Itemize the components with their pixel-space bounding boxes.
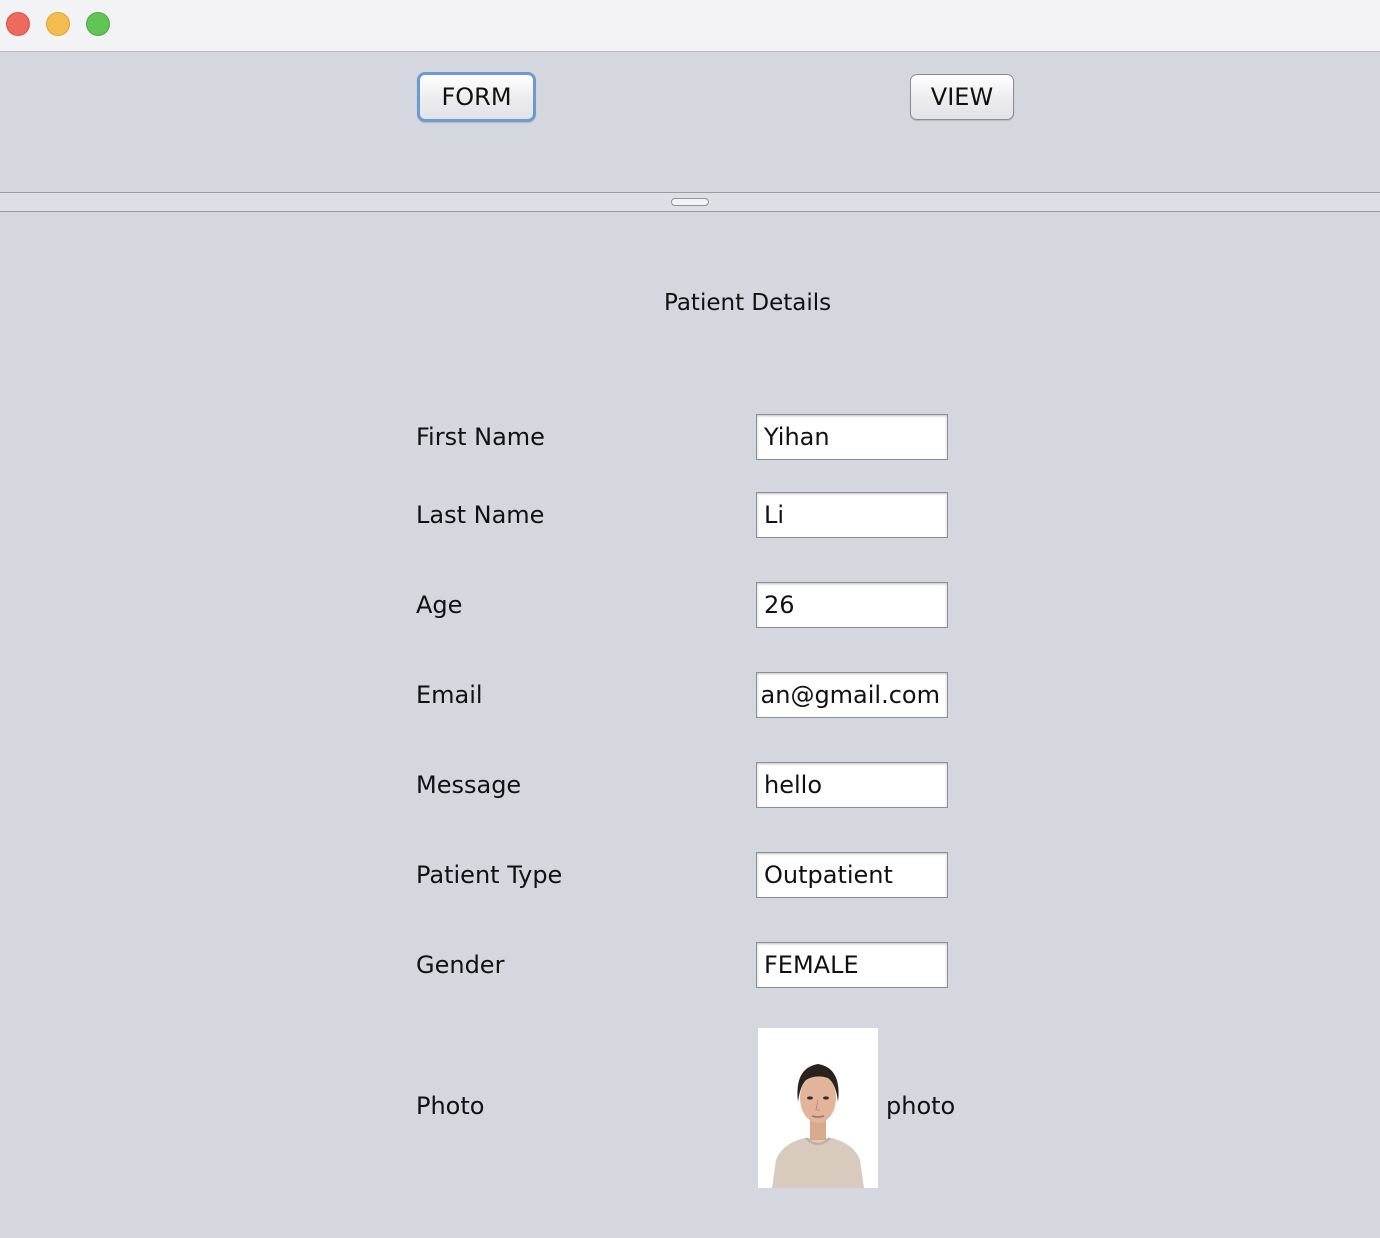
patient-type-row: Patient Type [0,852,1380,898]
email-label: Email [416,681,483,709]
email-field[interactable] [756,672,948,718]
patient-type-field[interactable] [756,852,948,898]
patient-photo [758,1028,878,1188]
age-field[interactable] [756,582,948,628]
gender-field[interactable] [756,942,948,988]
form-button[interactable]: FORM [417,72,536,122]
patient-type-label: Patient Type [416,861,563,889]
divider-grip-handle[interactable] [671,198,709,206]
split-pane-divider[interactable] [0,192,1380,212]
last-name-row: Last Name [0,492,1380,538]
email-row: Email [0,672,1380,718]
age-row: Age [0,582,1380,628]
patient-photo-image [758,1028,878,1188]
window-minimize-button[interactable] [46,12,70,36]
patient-details-pane: Patient Details First Name Last Name Age… [0,212,1380,1238]
photo-label: Photo [416,1092,485,1120]
age-label: Age [416,591,463,619]
top-button-pane: FORM VIEW [0,52,1380,192]
gender-label: Gender [416,951,505,979]
message-label: Message [416,771,522,799]
gender-row: Gender [0,942,1380,988]
window-titlebar [0,0,1380,52]
first-name-row: First Name [0,414,1380,460]
message-field[interactable] [756,762,948,808]
first-name-label: First Name [416,423,545,451]
window-maximize-button[interactable] [86,12,110,36]
first-name-field[interactable] [756,414,948,460]
page-title: Patient Details [664,290,832,316]
last-name-field[interactable] [756,492,948,538]
last-name-label: Last Name [416,501,545,529]
message-row: Message [0,762,1380,808]
photo-caption: photo [886,1092,956,1120]
view-button[interactable]: VIEW [910,74,1014,120]
window-close-button[interactable] [6,12,30,36]
